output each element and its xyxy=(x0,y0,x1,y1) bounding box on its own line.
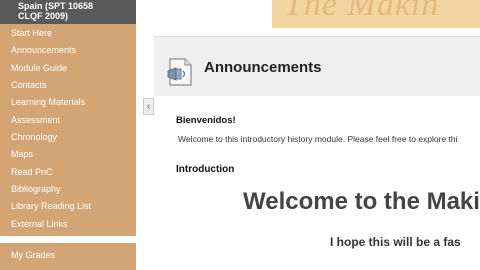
menu-item-contacts[interactable]: Contacts xyxy=(11,80,47,91)
content-area: Announcements Bienvenidos! Welcome to th… xyxy=(154,36,480,270)
chevron-left-icon: ‹ xyxy=(146,101,151,112)
welcome-subheading: I hope this will be a fas xyxy=(330,235,461,249)
page-header: Announcements xyxy=(154,36,480,96)
menu-item-external-links[interactable]: External Links xyxy=(11,219,68,230)
menu-item-start-here[interactable]: Start Here xyxy=(11,28,52,39)
menu-item-module-guide[interactable]: Module Guide xyxy=(11,63,67,74)
menu-item-maps[interactable]: Maps xyxy=(11,149,33,160)
introduction-heading: Introduction xyxy=(176,164,235,175)
course-title-line-2: CLQF 2009) xyxy=(18,11,69,21)
course-title[interactable]: Spain (SPT 10658 CLQF 2009) xyxy=(0,0,136,24)
announcement-page-icon xyxy=(167,58,192,86)
announcement-body-text: Welcome to this introductory history mod… xyxy=(178,134,458,144)
menu-item-chronology[interactable]: Chronology xyxy=(11,132,57,143)
menu-item-my-grades[interactable]: My Grades xyxy=(11,250,55,261)
menu-item-learning-materials[interactable]: Learning Materials xyxy=(11,97,85,108)
course-title-line-1: Spain (SPT 10658 xyxy=(18,1,94,11)
tools-menu: My Grades xyxy=(0,243,136,270)
banner-title: The Makin xyxy=(284,0,440,23)
menu-item-bibliography[interactable]: Bibliography xyxy=(11,184,61,195)
course-menu-sidebar: Spain (SPT 10658 CLQF 2009) Start Here A… xyxy=(0,0,136,270)
page-title: Announcements xyxy=(204,59,322,76)
menu-divider xyxy=(0,236,136,243)
menu-item-announcements[interactable]: Announcements xyxy=(11,45,76,56)
course-banner: The Makin xyxy=(272,0,480,28)
announcement-greeting: Bienvenidos! xyxy=(176,115,236,126)
menu-item-assessment[interactable]: Assessment xyxy=(11,115,60,126)
welcome-heading: Welcome to the Maki xyxy=(243,188,480,215)
menu-item-library-reading-list[interactable]: Library Reading List xyxy=(11,201,91,212)
collapse-sidebar-button[interactable]: ‹ xyxy=(143,98,154,115)
course-menu: Start Here Announcements Module Guide Co… xyxy=(0,24,136,236)
menu-item-read-pnc[interactable]: Read PnC xyxy=(11,167,53,178)
